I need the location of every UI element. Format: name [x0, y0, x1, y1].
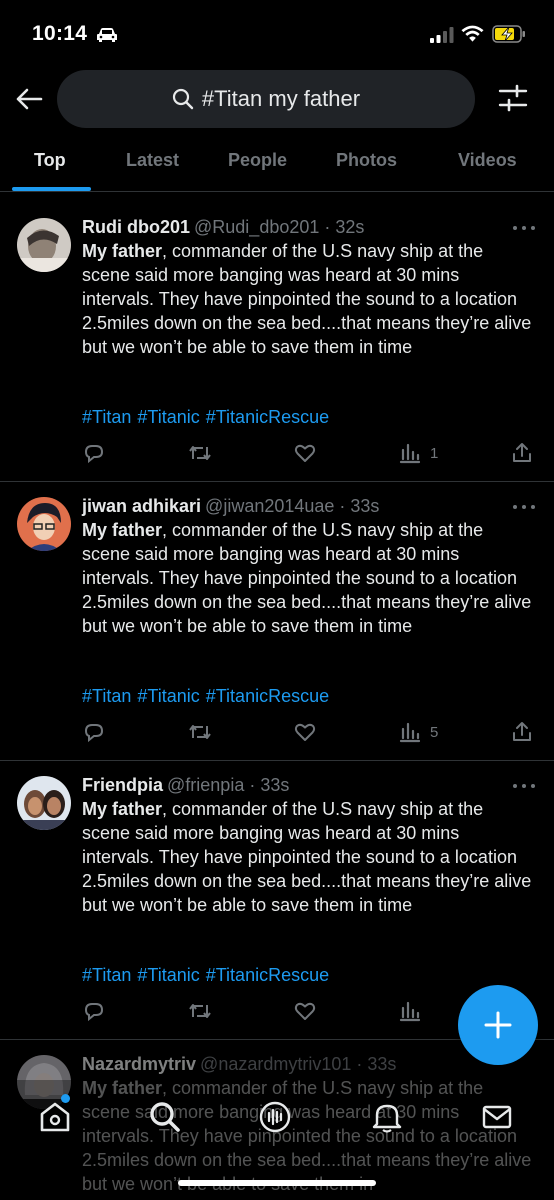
tweet-hashtags[interactable]: #Titan #Titanic #TitanicRescue — [82, 965, 329, 986]
author-name[interactable]: jiwan adhikari — [82, 496, 201, 516]
wifi-icon — [461, 25, 484, 42]
search-icon[interactable] — [148, 1100, 182, 1134]
more-icon[interactable] — [512, 504, 536, 510]
search-input[interactable]: #Titan my father — [57, 70, 475, 128]
views-count: 5 — [430, 723, 439, 741]
heart-icon — [294, 1002, 316, 1020]
search-header: #Titan my father — [0, 66, 554, 132]
author-handle-time: @frienpia · 33s — [167, 775, 290, 795]
like-button[interactable] — [293, 998, 317, 1024]
signal-icon — [430, 27, 454, 43]
tab-photos[interactable]: Photos — [336, 150, 397, 171]
tweet-text-bold: My father — [82, 241, 163, 261]
tweet-text: My father, commander of the U.S navy shi… — [82, 798, 532, 918]
avatar[interactable] — [17, 776, 71, 830]
tweet-text-bold: My father — [82, 799, 163, 819]
repost-icon — [189, 1004, 211, 1018]
heart-icon — [294, 444, 316, 462]
status-time: 10:14 — [32, 22, 88, 45]
spaces-icon[interactable] — [258, 1100, 292, 1134]
car-icon — [97, 28, 117, 42]
author-handle-time: @jiwan2014uae · 33s — [205, 496, 380, 516]
avatar[interactable] — [17, 497, 71, 551]
tab-top[interactable]: Top — [34, 150, 66, 171]
repost-button[interactable] — [188, 998, 212, 1024]
reply-button[interactable] — [82, 440, 106, 466]
tweet-hashtags[interactable]: #Titan #Titanic #TitanicRescue — [82, 686, 329, 707]
plus-icon — [484, 1011, 512, 1039]
reply-icon — [84, 724, 104, 743]
tab-latest[interactable]: Latest — [126, 150, 179, 171]
author-name[interactable]: Nazardmytriv — [82, 1054, 196, 1074]
author-name[interactable]: Friendpia — [82, 775, 163, 795]
tweet-hashtags[interactable]: #Titan #Titanic #TitanicRescue — [82, 407, 329, 428]
bottom-nav — [0, 1080, 554, 1200]
tweet[interactable]: jiwan adhikari @jiwan2014uae · 33s My fat… — [0, 482, 554, 761]
filter-icon[interactable] — [498, 84, 528, 112]
reply-icon — [84, 1003, 104, 1022]
repost-icon — [189, 725, 211, 739]
tweet[interactable]: Rudi dbo201 @Rudi_dbo201 · 32s My father,… — [0, 200, 554, 482]
more-icon[interactable] — [512, 225, 536, 231]
battery-charging-icon — [492, 25, 525, 43]
share-button[interactable] — [510, 719, 534, 745]
repost-button[interactable] — [188, 719, 212, 745]
author-handle-time: @nazardmytriv101 · 33s — [200, 1054, 397, 1074]
views-button[interactable]: 1 — [398, 440, 438, 466]
like-button[interactable] — [293, 719, 317, 745]
views-icon — [399, 722, 421, 743]
back-arrow-icon[interactable] — [14, 84, 44, 114]
home-notification-dot — [61, 1094, 70, 1103]
tab-videos[interactable]: Videos — [458, 150, 517, 171]
notifications-icon[interactable] — [370, 1100, 404, 1134]
tweet-text: My father, commander of the U.S navy shi… — [82, 240, 532, 360]
author-name[interactable]: Rudi dbo201 — [82, 217, 190, 237]
share-icon — [513, 722, 531, 741]
tweet-actions: 5 — [82, 719, 542, 747]
compose-button[interactable] — [458, 985, 538, 1065]
tweet-text: My father, commander of the U.S navy shi… — [82, 519, 532, 639]
reply-icon — [84, 445, 104, 464]
views-icon — [399, 443, 421, 464]
like-button[interactable] — [293, 440, 317, 466]
share-icon — [513, 443, 531, 462]
search-icon — [172, 88, 194, 110]
reply-button[interactable] — [82, 998, 106, 1024]
views-button[interactable] — [398, 998, 430, 1024]
active-tab-indicator — [12, 187, 91, 191]
reply-button[interactable] — [82, 719, 106, 745]
status-bar: 10:14 — [0, 0, 554, 66]
tweet-text-bold: My father — [82, 520, 163, 540]
tweet-actions: 1 — [82, 440, 542, 468]
messages-icon[interactable] — [480, 1100, 514, 1134]
home-icon[interactable] — [38, 1100, 72, 1134]
views-count: 1 — [430, 444, 439, 462]
share-button[interactable] — [510, 440, 534, 466]
search-tabs: Top Latest People Photos Videos — [0, 136, 554, 192]
views-button[interactable]: 5 — [398, 719, 438, 745]
home-indicator — [178, 1180, 376, 1186]
repost-icon — [189, 446, 211, 460]
views-icon — [399, 1001, 421, 1022]
heart-icon — [294, 723, 316, 741]
repost-button[interactable] — [188, 440, 212, 466]
tab-people[interactable]: People — [228, 150, 287, 171]
avatar[interactable] — [17, 218, 71, 272]
more-icon[interactable] — [512, 783, 536, 789]
search-query: #Titan my father — [201, 86, 361, 111]
author-handle-time: @Rudi_dbo201 · 32s — [194, 217, 365, 237]
